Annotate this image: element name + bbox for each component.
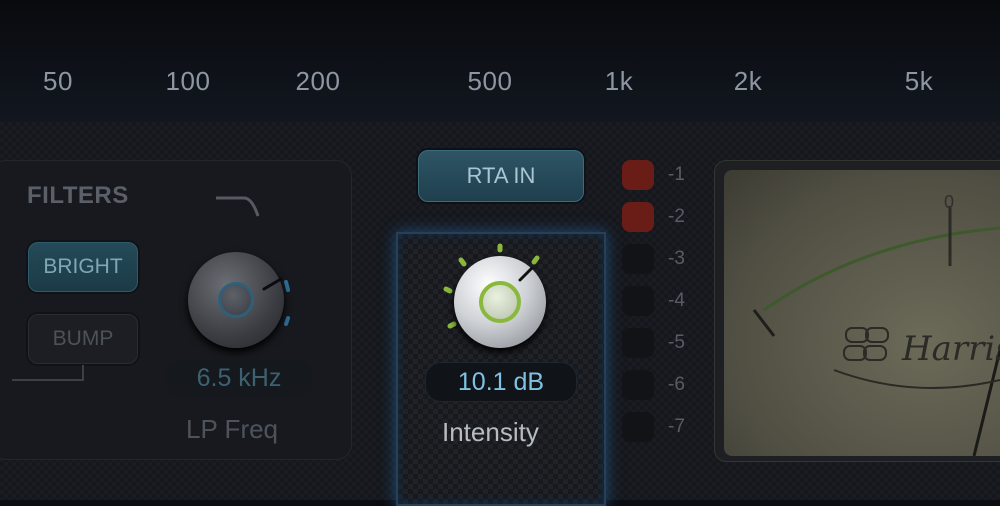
freq-label-2k: 2k [733,66,763,96]
lp-freq-readout[interactable]: 6.5 kHz [165,360,313,396]
freq-label-5k: 5k [904,66,934,96]
lp-freq-knob[interactable] [188,252,284,348]
intensity-readout[interactable]: 10.1 dB [425,362,577,402]
meter-led-7 [622,412,654,442]
intensity-knob[interactable] [454,256,546,348]
filter-bracket [12,365,84,381]
vu-zero-label: 0 [944,192,955,212]
freq-label-100: 100 [165,66,211,96]
meter-led-4 [622,286,654,316]
meter-label-3: -3 [668,248,685,269]
meter-label-5: -5 [668,332,685,353]
bump-button[interactable]: BUMP [28,314,138,364]
meter-led-6 [622,370,654,400]
lp-freq-pointer [262,277,283,291]
harris-logo: Harris [843,327,1000,369]
rta-in-button[interactable]: RTA IN [418,150,584,202]
meter-label-7: -7 [668,416,685,437]
intensity-pointer [518,266,534,282]
meter-led-1 [622,160,654,190]
freq-label-50: 50 [43,66,73,96]
meter-led-2 [622,202,654,232]
vu-meter-scale [752,206,1000,456]
frequency-axis: 50 100 200 500 1k 2k 5k [0,0,1000,122]
intensity-label: Intensity [442,417,539,447]
bright-button[interactable]: BRIGHT [28,242,138,292]
meter-led-5 [622,328,654,358]
freq-label-200: 200 [295,66,341,96]
meter-label-1: -1 [668,164,685,185]
freq-label-500: 500 [467,66,513,96]
freq-label-1k: 1k [604,66,634,96]
lp-freq-label: LP Freq [186,414,279,444]
svg-text:Harris: Harris [901,329,1000,369]
meter-led-3 [622,244,654,274]
meter-label-4: -4 [668,290,685,311]
filters-title: FILTERS [27,182,129,209]
meter-label-2: -2 [668,206,685,227]
meter-label-6: -6 [668,374,685,395]
lowpass-icon [216,196,260,217]
